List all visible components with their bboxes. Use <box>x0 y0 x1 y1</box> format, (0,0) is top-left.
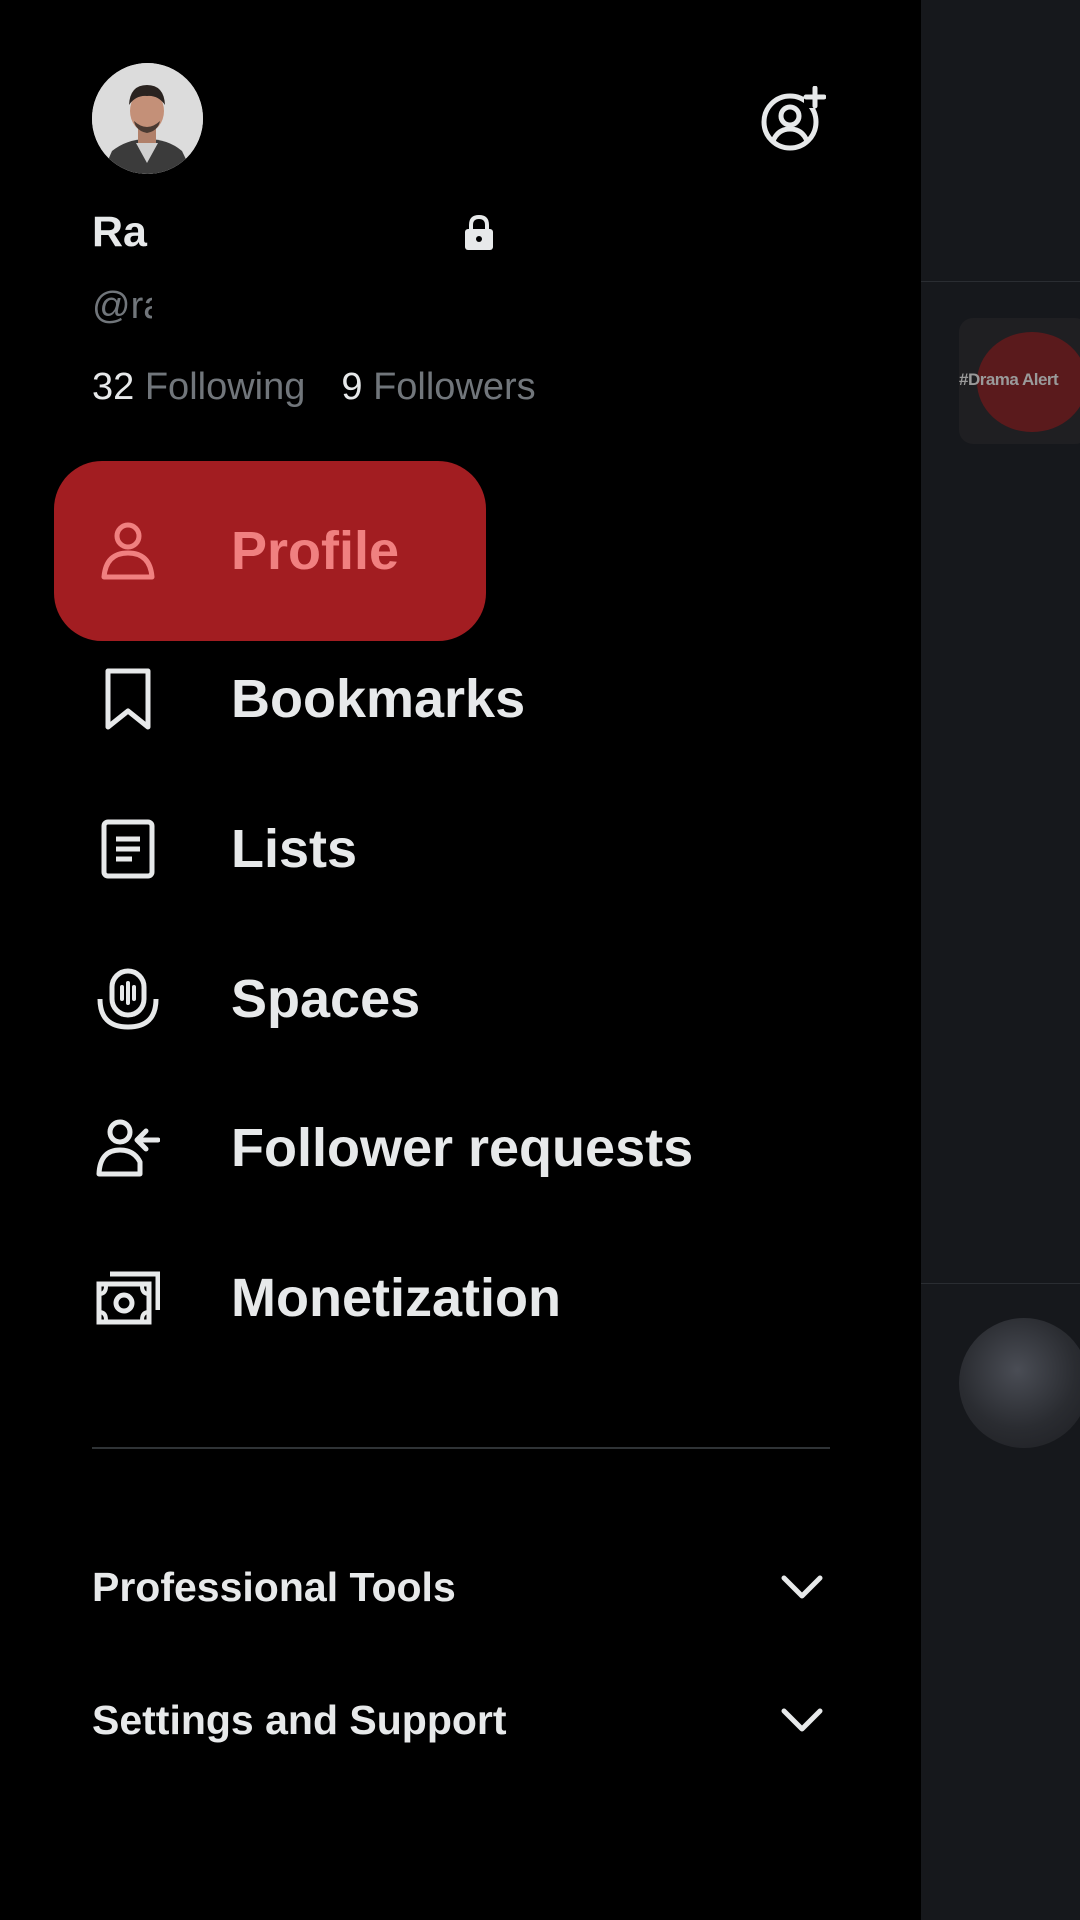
spaces-microphone-icon <box>96 967 160 1031</box>
chevron-down-icon <box>781 1708 823 1732</box>
followers-label: Followers <box>373 366 536 408</box>
nav-label-lists: Lists <box>231 819 358 879</box>
timeline-divider <box>921 281 1080 282</box>
professional-tools-toggle[interactable]: Professional Tools <box>92 1547 830 1627</box>
bookmark-icon <box>96 667 160 731</box>
nav-item-profile[interactable]: Profile <box>54 461 486 641</box>
nav-label-monetization: Monetization <box>231 1268 561 1328</box>
add-account-icon[interactable] <box>760 85 827 152</box>
avatar-image <box>92 63 203 174</box>
user-handle[interactable]: @ra <box>92 285 152 328</box>
screen: #Drama Alert Ra @r 32 Following 9 Follow… <box>0 0 1080 1920</box>
follower-request-icon <box>96 1116 161 1180</box>
timeline-media-thumbnail: #Drama Alert <box>959 318 1080 444</box>
settings-support-toggle[interactable]: Settings and Support <box>92 1680 830 1760</box>
following-count: 32 <box>92 366 135 408</box>
timeline-overlay[interactable]: #Drama Alert <box>921 0 1080 1920</box>
followers-count: 9 <box>341 366 363 408</box>
list-icon <box>96 817 160 881</box>
nav-label-bookmarks: Bookmarks <box>231 669 526 729</box>
following-label: Following <box>144 366 306 408</box>
side-drawer: Ra @ra 32 Following 9 Followers Profile <box>0 0 921 1920</box>
chevron-down-icon <box>781 1575 823 1599</box>
nav-label-spaces: Spaces <box>231 969 421 1029</box>
money-icon <box>96 1266 161 1330</box>
settings-support-label: Settings and Support <box>92 1696 507 1743</box>
professional-tools-label: Professional Tools <box>92 1563 456 1610</box>
person-icon <box>96 519 160 583</box>
timeline-avatar <box>959 1318 1080 1448</box>
nav-label-follower-requests: Follower requests <box>231 1118 694 1178</box>
lock-icon <box>463 214 495 251</box>
follow-stats: 32 Following 9 Followers <box>92 366 536 409</box>
nav-label-profile: Profile <box>231 521 400 581</box>
display-name[interactable]: Ra <box>92 208 150 257</box>
hashtag-text: #Drama Alert <box>959 370 1059 389</box>
timeline-divider <box>921 1283 1080 1284</box>
following-link[interactable]: 32 Following <box>92 366 305 408</box>
divider <box>92 1447 830 1449</box>
avatar[interactable] <box>92 63 203 174</box>
followers-link[interactable]: 9 Followers <box>341 366 535 408</box>
